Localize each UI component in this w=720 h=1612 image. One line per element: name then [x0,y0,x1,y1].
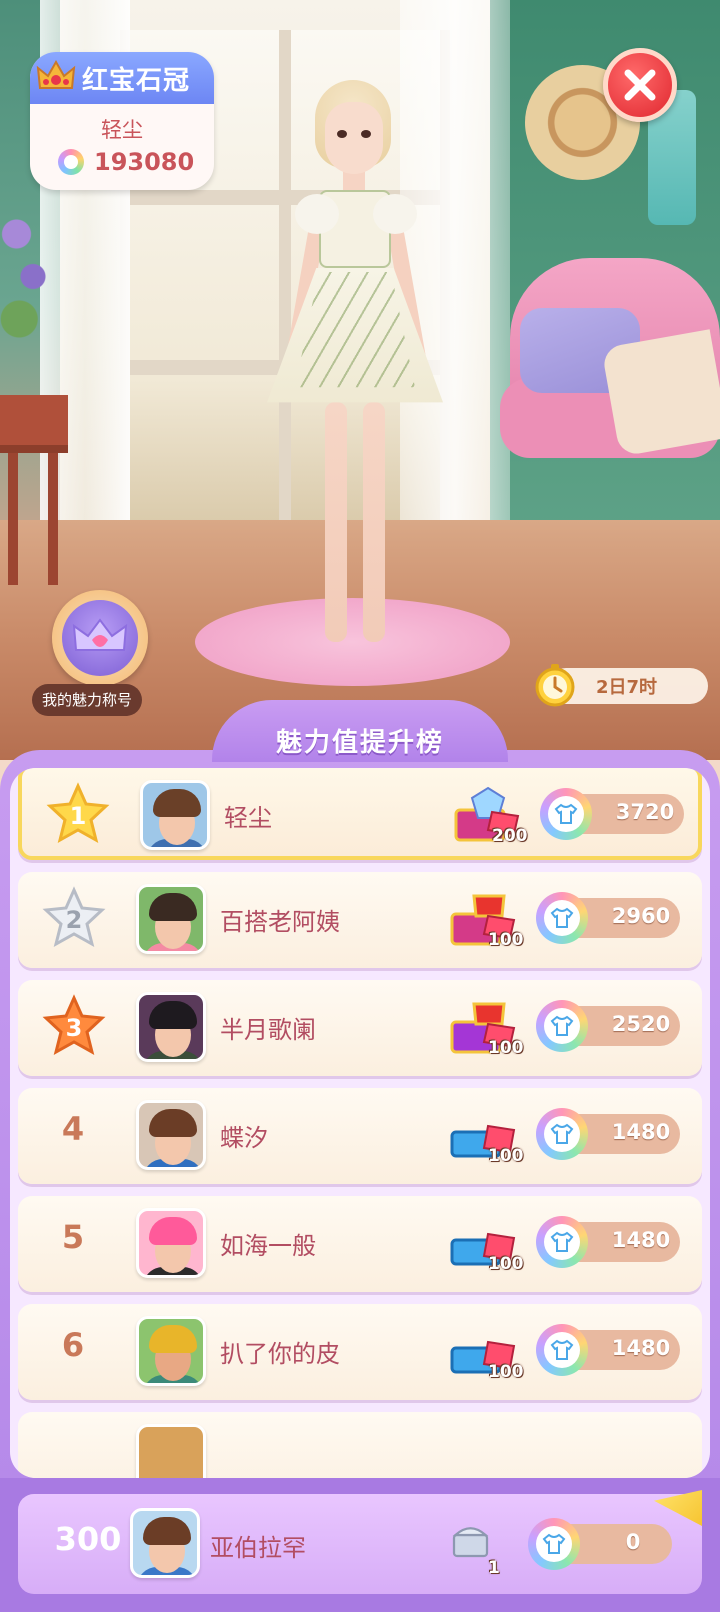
my-chest-count: 1 [488,1558,500,1578]
player-name: 扒了你的皮 [220,1340,340,1368]
leaderboard-row[interactable]: 1 轻尘 200 3720 [18,768,702,860]
rank-number: 6 [61,1326,85,1364]
side-table [0,395,68,585]
player-score: 193080 [94,148,195,176]
avatar[interactable] [136,884,206,954]
leaderboard-row[interactable]: 2 百搭老阿姨 100 2960 [18,872,702,968]
charm-value: 1480 [611,1336,671,1360]
avatar[interactable] [136,1208,206,1278]
charm-crown-icon [62,600,138,676]
leaderboard-row[interactable]: 4 蝶汐 100 1480 [18,1088,702,1184]
chest-count: 100 [488,1146,524,1166]
shirt-coin-icon [536,1216,588,1268]
rank-number: 1 [70,802,87,830]
avatar[interactable] [140,780,210,850]
pink-sofa [500,258,720,488]
bronze-star-rank-icon: 3 [42,994,106,1055]
avatar[interactable] [136,1424,206,1478]
player-score-row: 193080 [58,148,194,176]
player-name: 蝶汐 [220,1124,268,1152]
crown-icon [36,59,76,89]
shirt-coin-icon [540,788,592,840]
charm-value: 2520 [611,1012,671,1036]
close-button[interactable] [603,48,677,122]
charm-value: 3720 [615,800,675,824]
avatar[interactable] [136,992,206,1062]
shirt-coin-icon [536,1324,588,1376]
rank-number: 5 [61,1218,85,1256]
player-name: 如海一般 [220,1232,316,1260]
leaderboard-row-partial[interactable] [18,1412,702,1478]
silver-star-rank-icon: 2 [42,886,106,947]
crown-title: 红宝石冠 [82,65,191,96]
charm-title-button[interactable] [52,590,148,686]
player-name: 半月歌阑 [220,1016,316,1044]
chest-count: 100 [488,1038,524,1058]
shirt-coin-icon [528,1518,580,1570]
close-icon [624,69,656,101]
my-charm-value: 0 [625,1530,641,1554]
chest-count: 100 [488,1254,524,1274]
my-avatar[interactable] [130,1508,200,1578]
charm-value: 2960 [611,904,671,928]
rank-number: 3 [66,1014,83,1042]
timer-text: 2日7时 [596,677,658,698]
leaderboard-row[interactable]: 6 扒了你的皮 100 1480 [18,1304,702,1400]
avatar[interactable] [136,1100,206,1170]
player-name: 百搭老阿姨 [220,908,340,936]
my-rank-number: 300 [54,1520,122,1558]
shirt-coin-icon [536,892,588,944]
charm-title-label[interactable]: 我的魅力称号 [32,684,143,716]
chest-count: 200 [492,826,528,846]
chest-count: 100 [488,930,524,950]
gold-star-rank-icon: 1 [46,782,110,843]
shirt-coin-icon [536,1000,588,1052]
chest-count: 100 [488,1362,524,1382]
player-character[interactable] [255,72,455,652]
my-name: 亚伯拉罕 [210,1534,306,1562]
player-name: 轻尘 [224,804,272,832]
potted-plant [0,200,55,370]
avatar[interactable] [136,1316,206,1386]
leaderboard-list[interactable]: 1 轻尘 200 3720 2 百搭老阿姨 100 2960 3 半月歌阑 10… [10,768,710,1478]
leaderboard-row[interactable]: 5 如海一般 100 1480 [18,1196,702,1292]
charm-coin-icon [58,149,84,175]
leaderboard-row[interactable]: 3 半月歌阑 100 2520 [18,980,702,1076]
charm-value: 1480 [611,1228,671,1252]
alarm-clock-icon [535,664,575,707]
rank-number: 2 [66,906,83,934]
player-name: 轻尘 [101,118,143,142]
my-rank-row[interactable]: 300 亚伯拉罕 1 0 [18,1494,702,1594]
charm-value: 1480 [611,1120,671,1144]
rank-number: 4 [61,1110,85,1148]
leaderboard-title: 魅力值提升榜 [275,728,444,758]
shirt-coin-icon [536,1108,588,1160]
